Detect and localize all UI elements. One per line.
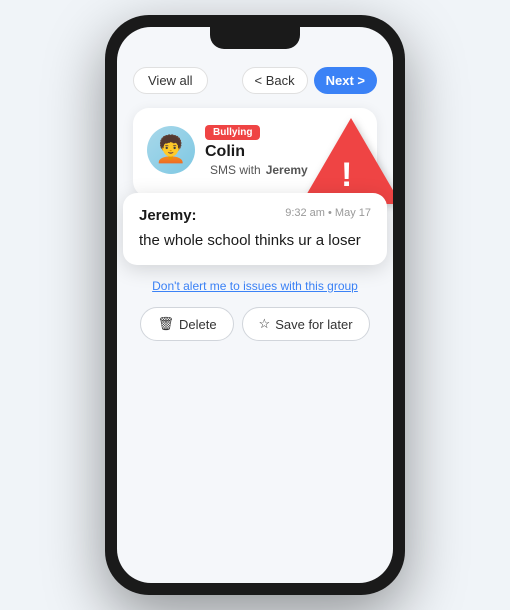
view-all-button[interactable]: View all — [133, 67, 208, 94]
phone-mockup: View all < Back Next > 🧑‍🦱 Bullying Coli… — [105, 15, 405, 595]
delete-button[interactable]: 🗑 Delete — [140, 307, 233, 341]
next-button[interactable]: Next > — [314, 67, 377, 94]
nav-buttons: < Back Next > — [242, 67, 378, 94]
sms-label: SMS with — [210, 163, 261, 177]
save-label: Save for later — [275, 317, 352, 332]
phone-notch — [210, 27, 300, 49]
avatar: 🧑‍🦱 — [147, 126, 195, 174]
message-sender: Jeremy: — [139, 207, 197, 224]
delete-icon: 🗑 — [157, 316, 174, 332]
warning-triangle-icon — [301, 118, 393, 204]
dont-alert-section: Don't alert me to issues with this group — [137, 277, 373, 295]
screen-content: View all < Back Next > 🧑‍🦱 Bullying Coli… — [117, 27, 393, 583]
action-buttons: 🗑 Delete ☆ Save for later — [137, 307, 373, 341]
alert-card: 🧑‍🦱 Bullying Colin SMS with Jeremy — [133, 108, 377, 197]
top-bar: View all < Back Next > — [133, 67, 377, 94]
message-header: Jeremy: 9:32 am • May 17 — [139, 207, 371, 224]
back-button[interactable]: < Back — [242, 67, 308, 94]
delete-label: Delete — [179, 317, 217, 332]
phone-screen: View all < Back Next > 🧑‍🦱 Bullying Coli… — [117, 27, 393, 583]
message-text: the whole school thinks ur a loser — [139, 230, 371, 251]
message-popup: Jeremy: 9:32 am • May 17 the whole schoo… — [123, 193, 387, 265]
message-timestamp: 9:32 am • May 17 — [285, 207, 371, 219]
dont-alert-link[interactable]: Don't alert me to issues with this group — [152, 279, 358, 293]
save-icon: ☆ — [259, 316, 271, 332]
action-area: Don't alert me to issues with this group… — [133, 265, 377, 349]
bullying-badge: Bullying — [205, 125, 260, 140]
avatar-emoji: 🧑‍🦱 — [155, 134, 187, 165]
save-later-button[interactable]: ☆ Save for later — [242, 307, 370, 341]
